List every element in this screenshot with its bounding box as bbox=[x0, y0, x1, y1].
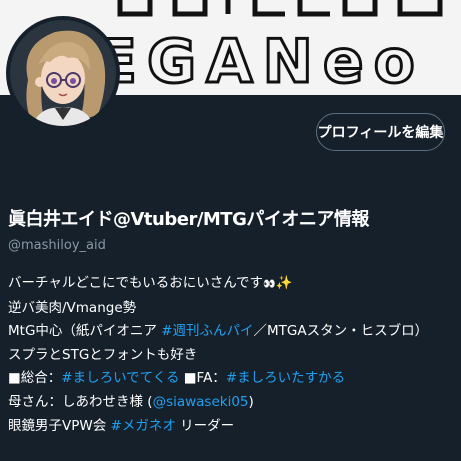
hashtag-link[interactable]: #ましろいでてくる bbox=[61, 370, 179, 386]
hashtag-link[interactable]: #ましろいたすかる bbox=[226, 370, 345, 386]
bio-line-4: スプラとSTGとフォントも好き bbox=[8, 346, 198, 363]
bio-text: バーチャルどこにでもいるおにいさんです bbox=[8, 275, 264, 291]
bio-text: リーダー bbox=[175, 417, 235, 434]
mention-link[interactable]: @siawaseki05 bbox=[153, 394, 249, 410]
bio-text: ／MTGAスタン・ヒスブロ） bbox=[253, 323, 429, 340]
banner-logo: EGANeo bbox=[96, 26, 425, 92]
avatar-image bbox=[10, 20, 116, 126]
bio-text: ) bbox=[248, 393, 254, 410]
bio-text: 母さん：しあわせき様 ( bbox=[8, 393, 153, 410]
eyes-emoji-icon: 👀 bbox=[263, 279, 276, 290]
display-name: 眞白井エイド@Vtuber/MTGパイオニア情報 bbox=[8, 209, 369, 230]
avatar[interactable] bbox=[6, 16, 120, 130]
hashtag-link[interactable]: #メガネオ bbox=[111, 418, 176, 434]
edit-profile-button[interactable]: プロフィールを編集 bbox=[316, 113, 445, 151]
bio-text: MtG中心（紙パイオニア bbox=[8, 323, 162, 340]
banner-logo-text: EGANeo bbox=[96, 27, 425, 92]
bio-line-2: 逆バ美肉/Vmange勢 bbox=[8, 299, 137, 316]
bio-line-3: MtG中心（紙パイオニア #週刊ふんパイ／MTGAスタン・ヒスブロ） bbox=[8, 320, 458, 344]
bio-line-5: ■総合：#ましろいでてくる ■FA：#ましろいたすかる bbox=[8, 367, 458, 391]
user-handle: @mashiloy_aid bbox=[8, 238, 106, 253]
bio-line-1: バーチャルどこにでもいるおにいさんです👀✨ bbox=[8, 272, 458, 297]
profile-bio: バーチャルどこにでもいるおにいさんです👀✨ 逆バ美肉/Vmange勢 MtG中心… bbox=[8, 272, 458, 438]
bio-text: ■総合： bbox=[8, 370, 62, 387]
bio-line-7: 眼鏡男子VPW会 #メガネオ リーダー bbox=[8, 415, 458, 439]
bio-text: 眼鏡男子VPW会 bbox=[8, 417, 111, 434]
bio-text: ■FA： bbox=[179, 370, 226, 387]
bio-line-6: 母さん：しあわせき様 (@siawaseki05) bbox=[8, 391, 458, 415]
sparkles-emoji-icon: ✨ bbox=[275, 275, 293, 291]
hashtag-link[interactable]: #週刊ふんパイ bbox=[161, 323, 253, 339]
